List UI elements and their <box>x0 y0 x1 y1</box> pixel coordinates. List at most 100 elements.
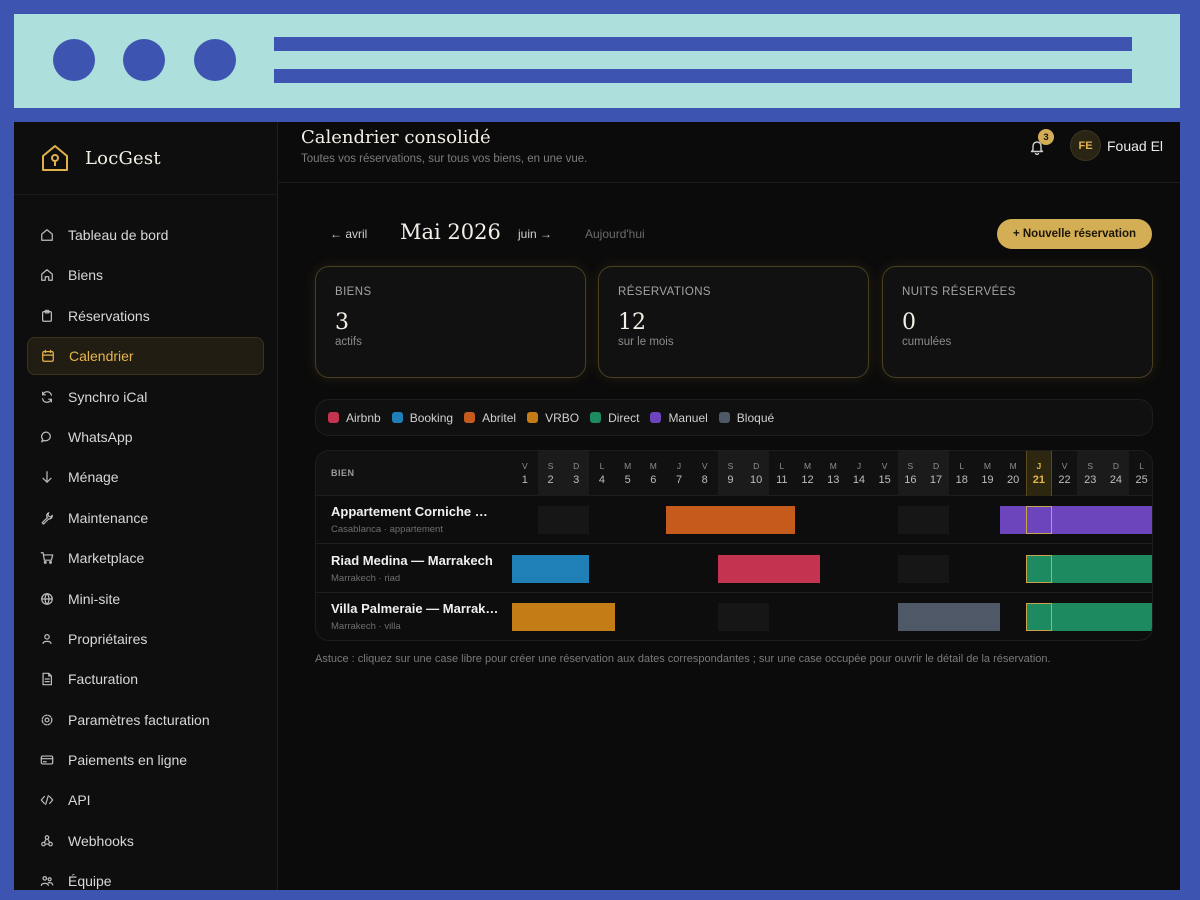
sidebar-item-webhooks[interactable]: Webhooks <box>27 822 264 860</box>
sidebar-item-api[interactable]: API <box>27 781 264 819</box>
sidebar-item-label: Facturation <box>68 671 139 688</box>
calendar-row: Riad Medina — Marrakech Marrakech · riad <box>316 545 1152 593</box>
sidebar-item-label: Marketplace <box>68 550 145 567</box>
day-column-header[interactable]: V 22 <box>1052 451 1078 496</box>
document-icon <box>39 671 55 687</box>
booking-bar[interactable] <box>512 603 615 631</box>
window-dot-minimize[interactable] <box>123 39 165 81</box>
sidebar-item-menage[interactable]: Ménage <box>27 458 264 496</box>
booking-bar[interactable] <box>717 554 821 583</box>
new-reservation-button[interactable]: + Nouvelle réservation <box>997 219 1152 249</box>
webhook-icon <box>39 833 55 849</box>
stat-sub: actifs <box>335 336 362 348</box>
sidebar-item-label: Biens <box>68 267 104 284</box>
sidebar-item-paiements-en-ligne[interactable]: Paiements en ligne <box>27 741 264 779</box>
day-column-header[interactable]: V 15 <box>872 451 898 496</box>
legend-swatch <box>650 412 662 423</box>
day-number: 4 <box>598 474 605 486</box>
sidebar-item-biens[interactable]: Biens <box>27 256 264 294</box>
day-column-header[interactable]: J 14 <box>846 451 872 496</box>
today-cell-marker[interactable] <box>1026 554 1052 583</box>
sidebar-item-calendrier[interactable]: Calendrier <box>27 337 264 376</box>
day-column-header[interactable]: V1 <box>512 451 538 496</box>
day-column-header[interactable]: M 20 <box>1000 451 1026 496</box>
day-column-header[interactable]: M 12 <box>795 451 821 496</box>
today-button[interactable]: Aujourd'hui <box>585 227 645 241</box>
day-column-header[interactable]: L4 <box>589 451 615 496</box>
legend-item: Bloqué <box>718 410 775 425</box>
today-cell-marker[interactable] <box>1026 506 1052 534</box>
sidebar-item-synchro-ical[interactable]: Synchro iCal <box>27 378 264 416</box>
day-number: 23 <box>1084 474 1097 486</box>
sidebar-item-label: Ménage <box>68 469 119 486</box>
day-number: 3 <box>573 474 580 486</box>
booking-bar[interactable] <box>897 603 1001 631</box>
sidebar-item-maintenance[interactable]: Maintenance <box>27 499 264 537</box>
weekend-cell[interactable] <box>897 506 949 534</box>
day-column-header[interactable]: M 19 <box>975 451 1001 496</box>
day-column-header[interactable]: S 16 <box>897 451 924 496</box>
calendar-row: Villa Palmeraie — Marrak… Marrakech · vil… <box>316 593 1152 640</box>
day-column-header[interactable]: S2 <box>537 451 564 496</box>
sidebar-item-marketplace[interactable]: Marketplace <box>27 539 264 577</box>
weekend-cell[interactable] <box>897 554 949 583</box>
day-column-header[interactable]: L 11 <box>769 451 795 496</box>
day-column-header[interactable]: L 25 <box>1129 451 1152 496</box>
brand[interactable]: LocGest <box>14 122 277 195</box>
sidebar-item-facturation[interactable]: Facturation <box>27 660 264 698</box>
weekend-cell[interactable] <box>717 603 769 631</box>
address-bar[interactable] <box>274 37 1132 51</box>
day-column-header[interactable]: S 23 <box>1077 451 1104 496</box>
day-column-header[interactable]: J 21 <box>1026 451 1052 496</box>
weekday-letter: L <box>599 461 605 471</box>
property-name[interactable]: Villa Palmeraie — Marrak… <box>331 601 501 616</box>
day-column-header[interactable]: M5 <box>615 451 641 496</box>
weekend-cell[interactable] <box>537 506 590 534</box>
booking-bar[interactable] <box>666 506 795 534</box>
today-cell-marker[interactable] <box>1026 603 1052 631</box>
day-column-header[interactable]: V8 <box>692 451 718 496</box>
legend-label: Bloqué <box>736 410 775 425</box>
day-number: 8 <box>701 474 708 486</box>
booking-bar[interactable] <box>1000 506 1152 534</box>
sidebar-item-parametres-facturation[interactable]: Paramètres facturation <box>27 701 264 739</box>
cart-icon <box>39 550 55 566</box>
day-column-header[interactable]: S9 <box>717 451 744 496</box>
window-dot-close[interactable] <box>53 39 95 81</box>
day-number: 21 <box>1032 474 1045 486</box>
sidebar-item-equipe[interactable]: Équipe <box>27 862 264 890</box>
weekday-letter: M <box>1009 461 1017 471</box>
day-column-header[interactable]: M6 <box>641 451 667 496</box>
sidebar-item-reservations[interactable]: Réservations <box>27 297 264 335</box>
property-name[interactable]: Appartement Corniche … <box>331 504 501 519</box>
sidebar-item-whatsapp[interactable]: WhatsApp <box>27 418 264 456</box>
legend-swatch <box>590 412 602 423</box>
day-column-header[interactable]: D3 <box>563 451 590 496</box>
month-title: Mai 2026 <box>400 220 501 244</box>
avatar[interactable]: FE <box>1070 130 1101 161</box>
sidebar-item-tableau-de-bord[interactable]: Tableau de bord <box>27 216 264 254</box>
property-name[interactable]: Riad Medina — Marrakech <box>331 553 501 568</box>
window-dot-maximize[interactable] <box>194 39 236 81</box>
clipboard-icon <box>39 308 55 324</box>
weekday-letter: V <box>881 461 888 471</box>
sidebar-item-label: Propriétaires <box>68 630 148 647</box>
sidebar-item-label: Mini-site <box>68 590 121 607</box>
sidebar-item-mini-site[interactable]: Mini-site <box>27 580 264 618</box>
day-column-header[interactable]: D 24 <box>1103 451 1129 496</box>
day-column-header[interactable]: L 18 <box>949 451 975 496</box>
user-name[interactable]: Fouad El <box>1107 138 1163 154</box>
day-number: 10 <box>750 474 763 486</box>
stat-label: RÉSERVATIONS <box>618 286 711 298</box>
gear-icon <box>39 712 55 728</box>
booking-bar[interactable] <box>512 554 590 583</box>
day-column-header[interactable]: J7 <box>666 451 692 496</box>
day-column-header[interactable]: M 13 <box>820 451 846 496</box>
weekday-letter: M <box>649 461 657 471</box>
prev-month-button[interactable]: ← avril <box>330 227 367 241</box>
day-number: 11 <box>776 474 788 486</box>
next-month-button[interactable]: juin → <box>518 227 552 241</box>
day-column-header[interactable]: D 17 <box>923 451 949 496</box>
day-column-header[interactable]: D 10 <box>743 451 769 496</box>
sidebar-item-proprietaires[interactable]: Propriétaires <box>27 620 264 658</box>
